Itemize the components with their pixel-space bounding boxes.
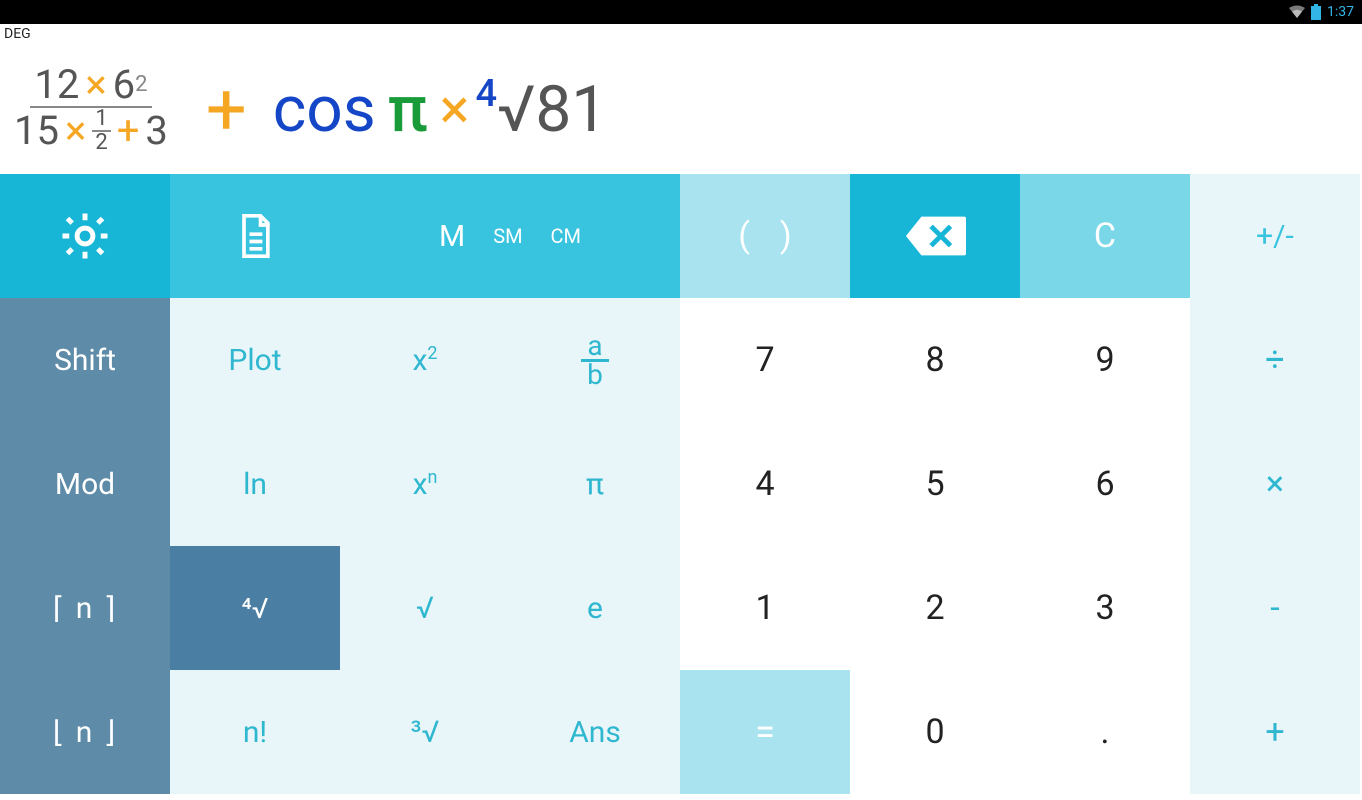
paren-open: (: [738, 216, 750, 256]
x-power-n-button[interactable]: xn: [340, 422, 510, 546]
ceiling-button[interactable]: ⌈ n ⌉: [0, 546, 170, 670]
frac-num-a: 12: [34, 64, 79, 106]
factorial-button[interactable]: n!: [170, 670, 340, 794]
fraction-button[interactable]: a b: [510, 298, 680, 422]
memory-m-label: M: [439, 219, 465, 254]
x-squared-button[interactable]: x2: [340, 298, 510, 422]
frac-den-c: 3: [145, 110, 167, 152]
frac-num-exp: 2: [135, 73, 147, 96]
gear-icon: [58, 209, 112, 263]
memory-sm-label: SM: [493, 224, 522, 248]
clear-button[interactable]: C: [1020, 174, 1190, 298]
multiply-icon: ×: [65, 110, 86, 152]
multiply-icon: ×: [440, 76, 470, 142]
digit-9-button[interactable]: 9: [1020, 298, 1190, 422]
digit-0-button[interactable]: 0: [850, 670, 1020, 794]
memory-cm-label: CM: [551, 224, 581, 248]
battery-icon: [1311, 4, 1321, 20]
digit-4-button[interactable]: 4: [680, 422, 850, 546]
pi-button[interactable]: π: [510, 422, 680, 546]
add-button[interactable]: +: [1190, 670, 1360, 794]
plus-icon: +: [117, 110, 140, 152]
memory-button[interactable]: M SM CM: [340, 174, 680, 298]
e-button[interactable]: e: [510, 546, 680, 670]
ln-button[interactable]: ln: [170, 422, 340, 546]
wifi-icon: [1289, 5, 1305, 19]
digit-3-button[interactable]: 3: [1020, 546, 1190, 670]
paren-close: ): [780, 216, 792, 256]
multiply-icon: ×: [85, 64, 106, 106]
settings-button[interactable]: [0, 174, 170, 298]
fraction-expression: 12 × 6 2 15 × 1 2 + 3: [10, 64, 172, 154]
history-button[interactable]: [170, 174, 340, 298]
digit-5-button[interactable]: 5: [850, 422, 1020, 546]
pi-token: π: [388, 72, 428, 147]
multiply-button[interactable]: ×: [1190, 422, 1360, 546]
plus-icon: +: [192, 67, 261, 152]
cos-token: cos: [273, 72, 376, 147]
shift-button[interactable]: Shift: [0, 298, 170, 422]
digit-7-button[interactable]: 7: [680, 298, 850, 422]
digit-1-button[interactable]: 1: [680, 546, 850, 670]
expression-display: 12 × 6 2 15 × 1 2 + 3 + cos π × 4 √ 81: [0, 44, 1362, 174]
backspace-icon: [904, 214, 966, 258]
nth-root-button[interactable]: ⁴√: [170, 546, 340, 670]
backspace-button[interactable]: [850, 174, 1020, 298]
document-icon: [233, 212, 277, 260]
divide-button[interactable]: ÷: [1190, 298, 1360, 422]
radicand: 81: [535, 72, 607, 147]
frac-den-a: 15: [14, 110, 59, 152]
parentheses-button[interactable]: ( ): [680, 174, 850, 298]
keypad: M SM CM ( ) C +/- Shift Plot x2 a b 7 8 …: [0, 174, 1362, 794]
ans-button[interactable]: Ans: [510, 670, 680, 794]
mod-button[interactable]: Mod: [0, 422, 170, 546]
angle-mode-label: DEG: [0, 24, 1362, 44]
digit-8-button[interactable]: 8: [850, 298, 1020, 422]
digit-6-button[interactable]: 6: [1020, 422, 1190, 546]
cube-root-button[interactable]: ³√: [340, 670, 510, 794]
status-bar: 1:37: [0, 0, 1362, 24]
root-index: 4: [476, 72, 498, 116]
plot-button[interactable]: Plot: [170, 298, 340, 422]
digit-2-button[interactable]: 2: [850, 546, 1020, 670]
fraction-icon: a b: [581, 333, 608, 386]
decimal-button[interactable]: .: [1020, 670, 1190, 794]
subtract-button[interactable]: -: [1190, 546, 1360, 670]
nested-fraction: 1 2: [92, 108, 110, 154]
status-time: 1:37: [1327, 4, 1354, 20]
frac-num-b: 6: [113, 64, 135, 106]
equals-button[interactable]: =: [680, 670, 850, 794]
floor-button[interactable]: ⌊ n ⌋: [0, 670, 170, 794]
radical-icon: √: [497, 72, 535, 147]
sqrt-button[interactable]: √: [340, 546, 510, 670]
plus-minus-button[interactable]: +/-: [1190, 174, 1360, 298]
